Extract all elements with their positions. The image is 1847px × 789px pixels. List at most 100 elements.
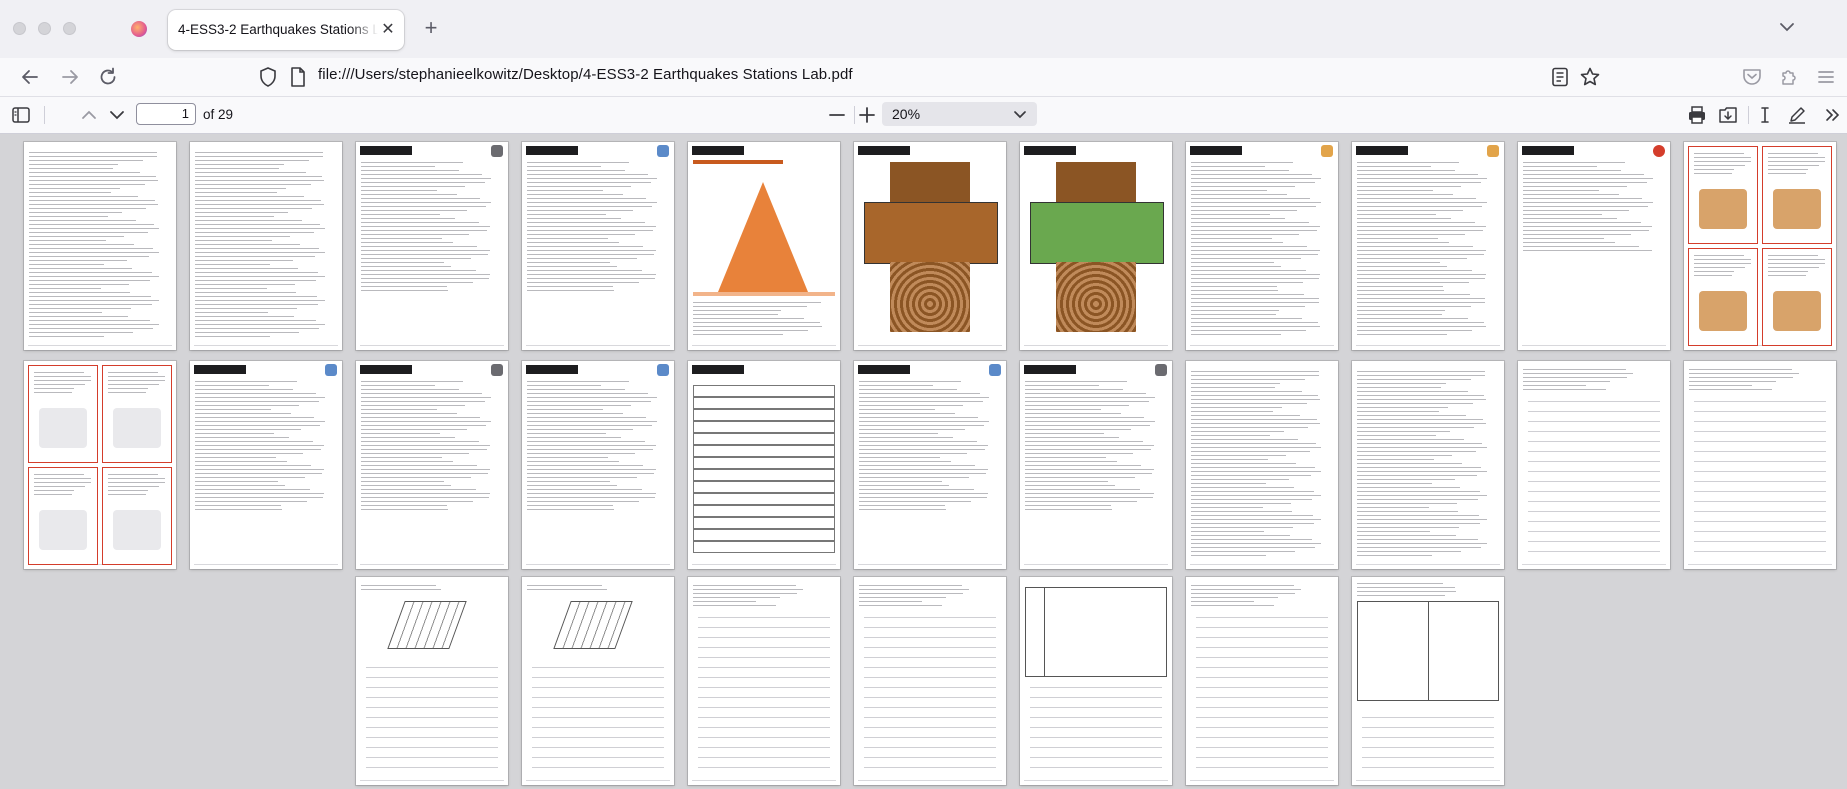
page-number-input[interactable]: 1: [136, 103, 196, 125]
pdf-page-thumbnail[interactable]: [24, 142, 176, 350]
answer-line: [532, 737, 664, 738]
pdf-page-thumbnail[interactable]: [190, 361, 342, 569]
text-line: [361, 505, 447, 506]
text-line: [1191, 475, 1312, 476]
text-line: [195, 304, 318, 305]
zoom-out-icon[interactable]: [826, 104, 848, 126]
text-line: [859, 381, 962, 382]
pdf-page-thumbnail[interactable]: [1352, 577, 1504, 785]
text-line: [195, 465, 312, 466]
text-line: [1025, 413, 1122, 414]
zoom-select[interactable]: 20%: [882, 102, 1037, 126]
text-line: [29, 180, 158, 181]
text-line: [527, 425, 653, 426]
pdf-page-thumbnail[interactable]: [522, 142, 674, 350]
text-line: [693, 306, 807, 307]
pdf-page-thumbnail[interactable]: [1020, 577, 1172, 785]
text-line: [1191, 254, 1318, 255]
text-line: [1025, 489, 1140, 490]
forward-icon[interactable]: [58, 65, 82, 89]
more-tools-icon[interactable]: [1822, 104, 1844, 126]
pdf-page-thumbnail[interactable]: [1684, 142, 1836, 350]
pdf-page-thumbnail[interactable]: [356, 142, 508, 350]
shield-icon[interactable]: [258, 66, 278, 88]
pdf-page-thumbnail[interactable]: [356, 361, 508, 569]
reload-icon[interactable]: [96, 65, 120, 89]
station-badge-icon: [989, 364, 1001, 376]
pdf-page-thumbnail[interactable]: [24, 361, 176, 569]
model-top-flap: [1056, 162, 1136, 202]
pdf-viewer-area[interactable]: [0, 134, 1847, 789]
pdf-page-thumbnail[interactable]: [1186, 142, 1338, 350]
pdf-page-thumbnail[interactable]: [522, 577, 674, 785]
pocket-icon[interactable]: [1740, 65, 1764, 89]
draw-icon[interactable]: [1786, 104, 1808, 126]
text-line: [108, 380, 166, 381]
text-line: [693, 593, 798, 594]
text-line: [195, 324, 325, 325]
pdf-page-thumbnail[interactable]: [1020, 142, 1172, 350]
pdf-page-thumbnail[interactable]: [688, 361, 840, 569]
list-all-tabs-icon[interactable]: [1776, 16, 1798, 38]
text-line: [1357, 182, 1482, 183]
text-line: [29, 160, 144, 161]
sidebar-toggle-icon[interactable]: [10, 104, 32, 126]
back-icon[interactable]: [18, 65, 42, 89]
window-close-button[interactable]: [13, 22, 26, 35]
window-minimize-button[interactable]: [38, 22, 51, 35]
pdf-page-thumbnail[interactable]: [854, 142, 1006, 350]
model-surface: [864, 202, 998, 264]
download-icon[interactable]: [1717, 104, 1739, 126]
text-line: [195, 288, 268, 289]
pdf-page-thumbnail[interactable]: [1518, 361, 1670, 569]
text-line: [29, 216, 109, 217]
pdf-page-thumbnail[interactable]: [688, 142, 840, 350]
text-line: [195, 236, 291, 237]
bookmark-star-icon[interactable]: [1578, 65, 1602, 89]
pdf-page-thumbnail[interactable]: [1352, 361, 1504, 569]
pdf-page-thumbnail[interactable]: [688, 577, 840, 785]
pdf-page-thumbnail[interactable]: [1020, 361, 1172, 569]
new-tab-button[interactable]: +: [418, 15, 444, 41]
pdf-page-thumbnail[interactable]: [1352, 142, 1504, 350]
text-line: [527, 453, 636, 454]
pdf-page-thumbnail[interactable]: [1518, 142, 1670, 350]
pdf-page-thumbnail[interactable]: [1684, 361, 1836, 569]
zoom-in-icon[interactable]: [856, 104, 878, 126]
text-line: [1523, 198, 1643, 199]
file-icon[interactable]: [289, 66, 307, 88]
tab-active[interactable]: 4-ESS3-2 Earthquakes Stations Lab.pdf ✕: [168, 10, 404, 50]
answer-line: [366, 707, 498, 708]
answer-line: [1528, 401, 1660, 402]
tab-close-icon[interactable]: ✕: [378, 20, 398, 40]
answer-line: [366, 757, 498, 758]
pdf-page-thumbnail[interactable]: [854, 361, 1006, 569]
text-line: [1025, 381, 1128, 382]
text-line: [1523, 242, 1615, 243]
pdf-page-thumbnail[interactable]: [1186, 577, 1338, 785]
menu-icon[interactable]: [1814, 65, 1838, 89]
firefox-view-icon[interactable]: [131, 21, 147, 37]
pdf-page-thumbnail[interactable]: [522, 361, 674, 569]
pdf-page-thumbnail[interactable]: [190, 142, 342, 350]
url-bar[interactable]: file:///Users/stephanieelkowitz/Desktop/…: [318, 66, 853, 83]
text-line: [29, 268, 133, 269]
page-down-icon[interactable]: [106, 104, 128, 126]
page-footer-line: [194, 564, 338, 565]
pdf-page-thumbnail[interactable]: [356, 577, 508, 785]
text-cursor-icon[interactable]: [1754, 104, 1776, 126]
extensions-icon[interactable]: [1777, 65, 1801, 89]
text-line: [1357, 334, 1448, 335]
pdf-page-thumbnail[interactable]: [1186, 361, 1338, 569]
pdf-page-thumbnail[interactable]: [854, 577, 1006, 785]
reader-view-icon[interactable]: [1548, 65, 1572, 89]
text-line: [527, 413, 624, 414]
answer-line: [1528, 431, 1660, 432]
page-up-icon[interactable]: [78, 104, 100, 126]
window-zoom-button[interactable]: [63, 22, 76, 35]
text-line: [1191, 547, 1315, 548]
text-line: [527, 178, 657, 179]
text-line: [34, 392, 72, 393]
text-line: [1523, 214, 1602, 215]
print-icon[interactable]: [1686, 104, 1708, 126]
